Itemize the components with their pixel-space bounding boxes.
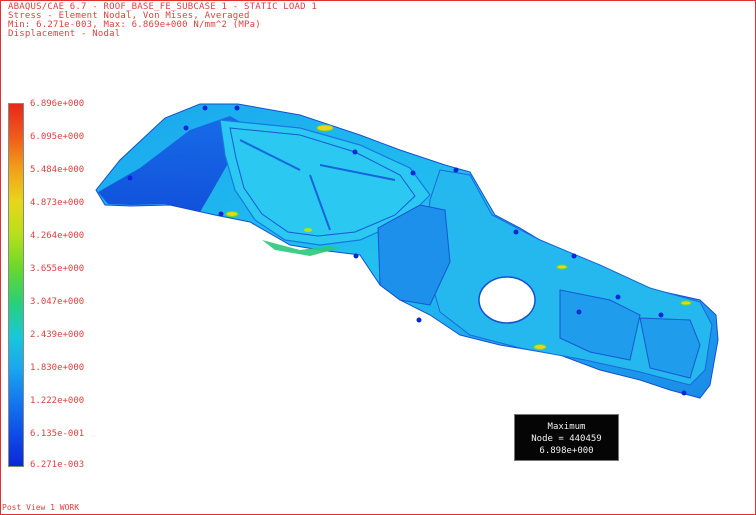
maximum-node: Node = 440459 [531, 434, 602, 444]
stress-hotspot [556, 264, 568, 270]
stress-hotspot [304, 228, 312, 232]
stress-hotspot [680, 300, 692, 306]
circular-hole [478, 276, 536, 324]
stress-hotspot [533, 344, 547, 350]
stress-hotspot [225, 211, 239, 217]
roof-base-part [95, 103, 719, 399]
maximum-title: Maximum [547, 422, 586, 432]
stress-hotspot [316, 124, 334, 132]
maximum-info-box: Maximum Node = 440459 6.898e+000 [514, 414, 619, 461]
fe-model-viewport[interactable] [0, 0, 756, 515]
status-label: Post View 1 WORK [2, 503, 80, 512]
maximum-value: 6.898e+000 [539, 446, 594, 456]
